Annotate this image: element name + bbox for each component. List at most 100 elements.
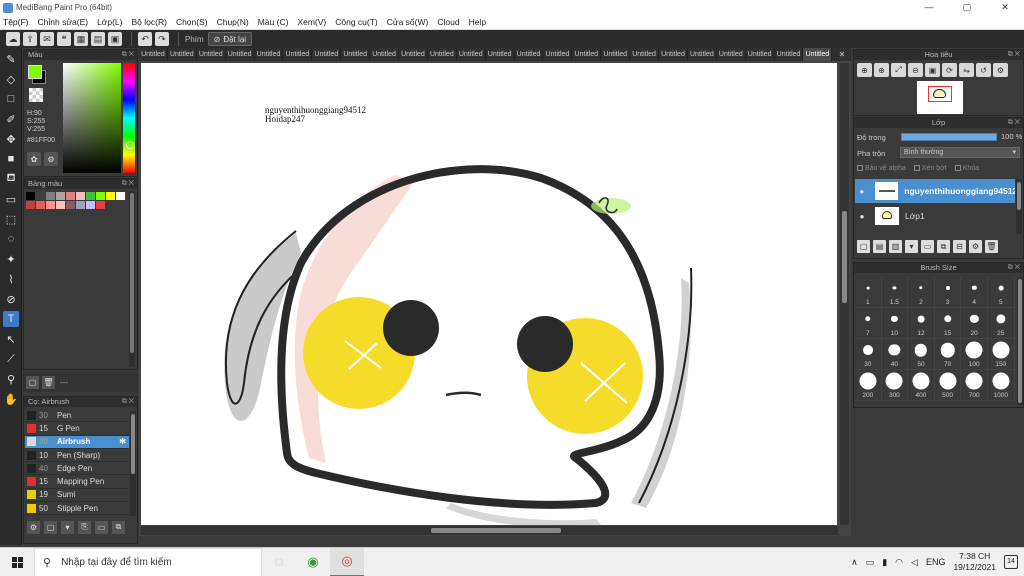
brush-size-option[interactable]: 15 xyxy=(934,308,962,339)
hand-tool-icon[interactable]: ✋ xyxy=(3,391,19,407)
document-tab[interactable]: Untitled xyxy=(283,48,313,61)
task-view-icon[interactable]: ⧉ xyxy=(262,548,296,576)
scroll-thumb[interactable] xyxy=(842,211,847,303)
volume-icon[interactable]: ◁ xyxy=(911,557,918,568)
rotate-icon[interactable]: ⟳ xyxy=(942,63,957,77)
brush-size-option[interactable]: 70 xyxy=(934,339,962,370)
layer-settings-icon[interactable]: ⚙ xyxy=(969,240,982,253)
brush-size-option[interactable]: 300 xyxy=(881,370,909,401)
panel-controls-icon[interactable]: ⧉ ✕ xyxy=(122,397,134,407)
panel-controls-icon[interactable]: ⧉ ✕ xyxy=(1008,50,1020,60)
layer-scrollbar[interactable] xyxy=(1016,179,1022,234)
brush-size-option[interactable]: 7 xyxy=(855,308,882,339)
brush-item[interactable]: 30 Pen xyxy=(25,409,129,423)
add-palette-icon[interactable]: ▢ xyxy=(26,375,39,389)
add-brush-icon[interactable]: ⚙ xyxy=(27,520,40,534)
folder-icon[interactable]: ▭ xyxy=(95,520,108,534)
notification-center-button[interactable]: 14 xyxy=(1004,555,1018,569)
start-button[interactable] xyxy=(0,548,34,576)
menu-edit[interactable]: Chỉnh sửa(E) xyxy=(38,17,89,27)
text-tool-icon[interactable]: T xyxy=(3,311,19,327)
scroll-thumb[interactable] xyxy=(1018,279,1022,403)
brush-item[interactable]: 10 Pen (Sharp) xyxy=(25,449,129,463)
reset-button[interactable]: ⊘ Đặt lại xyxy=(207,32,253,46)
menu-window[interactable]: Cửa sổ(W) xyxy=(387,17,429,27)
menu-select[interactable]: Chọn(S) xyxy=(176,17,208,27)
brush-size-option[interactable]: 40 xyxy=(881,339,909,370)
panel-controls-icon[interactable]: ⧉ ✕ xyxy=(122,179,134,189)
canvas[interactable]: nguyenthihuonggiang94512 Hoidap247 xyxy=(141,63,837,525)
zoom-in-icon[interactable]: ⊕ xyxy=(857,63,872,77)
dot-tool-icon[interactable]: □ xyxy=(3,91,19,107)
magic-wand-tool-icon[interactable]: ✦ xyxy=(3,251,19,267)
move-tool-icon[interactable]: ✥ xyxy=(3,131,19,147)
wifi-icon[interactable]: ◠ xyxy=(895,557,903,568)
minimize-button[interactable]: — xyxy=(910,0,948,15)
fill-shape-tool-icon[interactable]: ■ xyxy=(3,151,19,167)
brush-dropdown-icon[interactable]: ▾ xyxy=(61,520,74,534)
brush-size-option[interactable]: 25 xyxy=(987,308,1015,339)
new-layer-icon[interactable]: ▢ xyxy=(857,240,870,253)
protect-alpha-checkbox[interactable]: Bảo vệ alpha xyxy=(857,165,906,172)
undo-icon[interactable]: ↶ xyxy=(138,32,152,46)
gear-icon[interactable]: ✻ xyxy=(119,437,126,446)
palette-swatch[interactable] xyxy=(76,201,85,209)
eraser-tool-icon[interactable]: ◇ xyxy=(3,71,19,87)
brush-size-option[interactable]: 700 xyxy=(961,370,988,401)
palette-swatch[interactable] xyxy=(36,192,45,200)
new-raster-layer-icon[interactable]: ▥ xyxy=(889,240,902,253)
brush-size-option[interactable]: 4 xyxy=(961,277,988,308)
brush-scrollbar[interactable] xyxy=(130,411,136,516)
document-tab[interactable]: Untitled xyxy=(341,48,371,61)
layer-item[interactable]: ● Lớp1 xyxy=(855,204,1015,228)
panel-controls-icon[interactable]: ⧉ ✕ xyxy=(122,50,134,60)
zoom-in-alt-icon[interactable]: ⊕ xyxy=(874,63,889,77)
palette-swatch[interactable] xyxy=(96,192,105,200)
document-tab[interactable]: Untitled xyxy=(457,48,486,61)
brush-size-option[interactable]: 1000 xyxy=(987,370,1015,401)
document-tab[interactable]: Untitled xyxy=(255,48,284,61)
brush-size-option[interactable]: 100 xyxy=(961,339,988,370)
network-icon[interactable]: ▭ xyxy=(866,557,875,568)
panel-icon[interactable]: ▣ xyxy=(108,32,122,46)
palette-swatch[interactable] xyxy=(86,192,95,200)
palette-swatch[interactable] xyxy=(66,192,75,200)
palette-swatch[interactable] xyxy=(106,192,115,200)
menu-cloud[interactable]: Cloud xyxy=(437,17,459,27)
battery-icon[interactable]: ▮ xyxy=(882,557,887,568)
pen-tool-icon[interactable]: ✐ xyxy=(3,111,19,127)
chrome-icon[interactable]: ◎ xyxy=(330,547,364,576)
menu-snap[interactable]: Chụp(N) xyxy=(217,17,249,27)
document-tab[interactable]: Untitled xyxy=(370,48,400,61)
canvas-horizontal-scrollbar[interactable] xyxy=(141,526,838,535)
palette-swatch[interactable] xyxy=(36,201,45,209)
zoom-out-icon[interactable]: ⊖ xyxy=(908,63,923,77)
gradient-tool-icon[interactable]: ▭ xyxy=(3,191,19,207)
hue-slider[interactable] xyxy=(123,63,135,173)
brush-size-option[interactable]: 1 xyxy=(855,277,882,308)
viewport-indicator[interactable] xyxy=(928,86,952,102)
palette-scrollbar[interactable] xyxy=(129,191,135,367)
document-tab[interactable]: Untitled xyxy=(197,48,226,61)
panel-controls-icon[interactable]: ⧉ ✕ xyxy=(1008,118,1020,128)
palette-swatch[interactable] xyxy=(66,201,75,209)
brush-size-option[interactable]: 10 xyxy=(881,308,909,339)
brush-size-option[interactable]: 400 xyxy=(908,370,935,401)
clock[interactable]: 7:38 CH 19/12/2021 xyxy=(953,551,996,573)
fit-screen-icon[interactable]: ⤢ xyxy=(891,63,906,77)
scroll-thumb[interactable] xyxy=(431,528,561,533)
color-wheel-icon[interactable]: ✿ xyxy=(27,152,41,166)
foreground-color-swatch[interactable] xyxy=(28,65,42,79)
layer-item[interactable]: ● nguyenthihuonggiang94512 xyxy=(855,179,1015,203)
select-tool-icon[interactable]: ⬚ xyxy=(3,211,19,227)
operation-tool-icon[interactable]: ↖ xyxy=(3,331,19,347)
brush-item[interactable]: 50 Stipple Pen xyxy=(25,502,129,516)
document-tab[interactable]: Untitled xyxy=(775,48,804,61)
brush-size-option[interactable]: 30 xyxy=(855,339,882,370)
merge-layer-icon[interactable]: ⊟ xyxy=(953,240,966,253)
brush-size-scrollbar[interactable] xyxy=(1017,277,1023,405)
grid-icon[interactable]: ▦ xyxy=(74,32,88,46)
new-halftone-layer-icon[interactable]: ▤ xyxy=(873,240,886,253)
select-pen-tool-icon[interactable]: ⌇ xyxy=(3,271,19,287)
redo-icon[interactable]: ↷ xyxy=(155,32,169,46)
